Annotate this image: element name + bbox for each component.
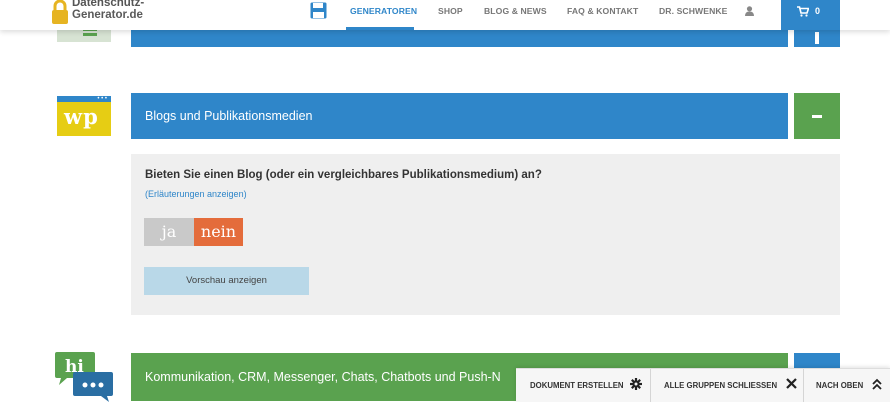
nav-active-underline — [346, 27, 414, 30]
explanation-link[interactable]: (Erläuterungen anzeigen) — [145, 189, 247, 199]
close-icon[interactable] — [786, 378, 797, 389]
section-blogs-panel: Bieten Sie einen Blog (oder ein vergleic… — [131, 154, 840, 315]
create-document-button[interactable]: DOKUMENT ERSTELLEN — [530, 381, 624, 390]
lock-logo-icon — [52, 0, 68, 24]
section-blogs-title: Blogs und Publikationsmedien — [145, 109, 313, 123]
logo-text[interactable]: Datenschutz- Generator.de — [72, 0, 144, 21]
gear-icon[interactable] — [630, 378, 642, 390]
section-blogs-header[interactable]: Blogs und Publikationsmedien — [131, 93, 788, 139]
preview-button[interactable]: Vorschau anzeigen — [144, 267, 309, 295]
save-icon[interactable] — [310, 2, 327, 19]
site-header: Datenschutz- Generator.de GENERATOREN SH… — [0, 0, 890, 30]
nav-generatoren[interactable]: GENERATOREN — [350, 6, 417, 16]
cart-count: 0 — [815, 6, 821, 16]
yes-button[interactable]: ja — [144, 218, 194, 246]
logo-line-2: Generator.de — [72, 9, 143, 21]
action-bar: DOKUMENT ERSTELLEN ALLE GRUPPEN SCHLIESS… — [516, 368, 890, 402]
question-text: Bieten Sie einen Blog (oder ein vergleic… — [145, 169, 542, 181]
user-icon[interactable] — [745, 6, 754, 16]
chat-bubbles-icon: hi — [55, 352, 113, 402]
cart-button[interactable]: 0 — [781, 0, 840, 30]
double-chevron-up-icon[interactable] — [872, 378, 882, 390]
back-to-top-button[interactable]: NACH OBEN — [816, 381, 863, 390]
cart-icon — [797, 6, 809, 17]
section-chat-title: Kommunikation, CRM, Messenger, Chats, Ch… — [145, 370, 501, 384]
close-all-groups-button[interactable]: ALLE GRUPPEN SCHLIESSEN — [664, 381, 777, 390]
logo-line-1: Datenschutz- — [72, 0, 145, 9]
no-button[interactable]: nein — [194, 218, 243, 246]
wordpress-icon: • • • wp — [57, 96, 111, 136]
nav-faq-kontakt[interactable]: FAQ & KONTAKT — [567, 6, 638, 16]
section-blogs-collapse-button[interactable] — [794, 93, 840, 139]
nav-shop[interactable]: SHOP — [438, 6, 463, 16]
nav-dr-schwenke[interactable]: DR. SCHWENKE — [659, 6, 728, 16]
nav-blog-news[interactable]: BLOG & NEWS — [484, 6, 547, 16]
